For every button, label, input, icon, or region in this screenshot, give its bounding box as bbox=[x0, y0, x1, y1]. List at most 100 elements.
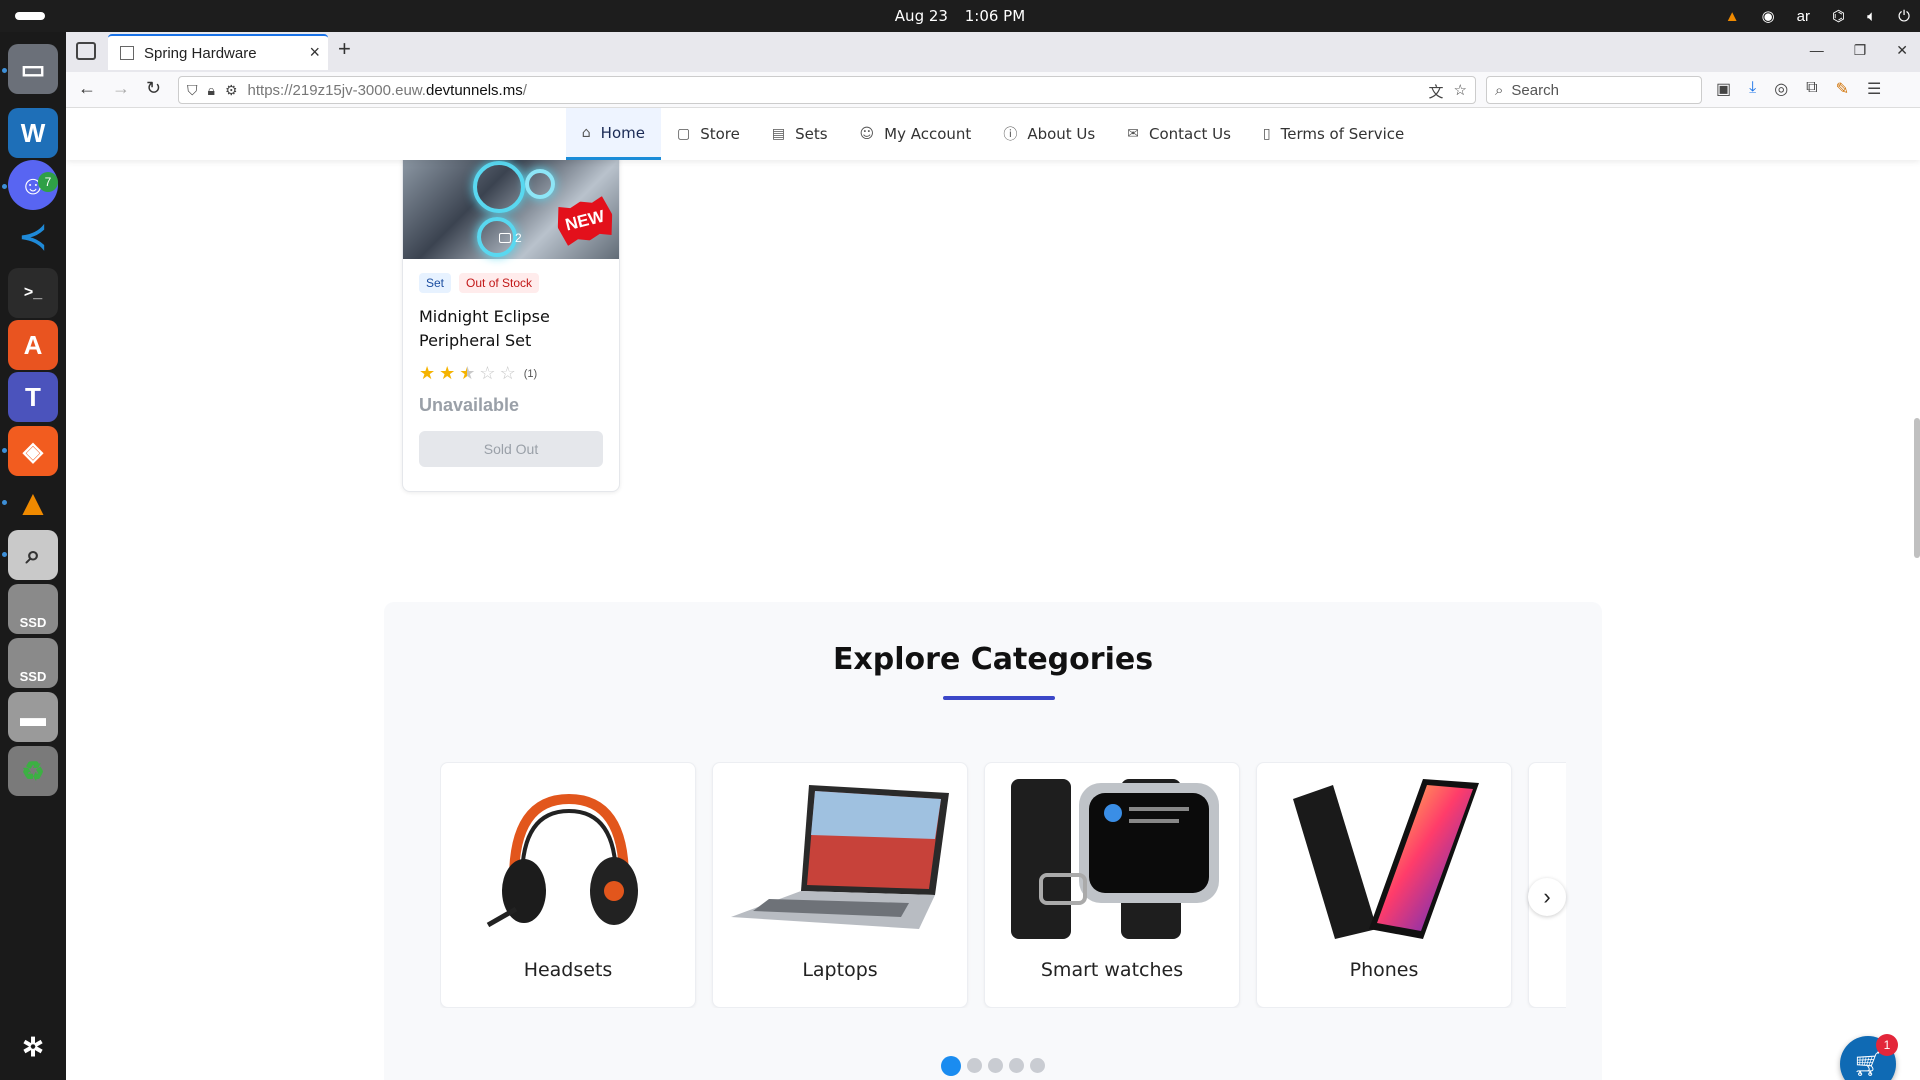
window-controls: — ❐ ✕ bbox=[1810, 42, 1908, 59]
category-card-smart-watches[interactable]: Smart watches bbox=[984, 762, 1240, 1008]
system-tray: ▲ ◉ ar ⌬ 🔈︎ ⏻ bbox=[1725, 0, 1910, 32]
sold-out-button[interactable]: Sold Out bbox=[419, 431, 603, 467]
minimize-icon[interactable]: — bbox=[1810, 42, 1824, 59]
app-center-icon[interactable]: A bbox=[8, 320, 58, 370]
mail-icon: ✉ bbox=[1127, 126, 1139, 142]
phone-image bbox=[1273, 779, 1497, 939]
vscode-app-icon[interactable]: ≺ bbox=[8, 212, 58, 262]
category-card-headsets[interactable]: Headsets bbox=[440, 762, 696, 1008]
page-scrollbar[interactable] bbox=[1914, 418, 1920, 558]
discord-tray-icon[interactable]: ◉ bbox=[1762, 7, 1775, 25]
vlc-app-icon[interactable]: ▲ bbox=[8, 478, 58, 528]
reload-icon[interactable]: ↻ bbox=[146, 78, 161, 99]
menu-icon[interactable]: ☰ bbox=[1867, 79, 1881, 99]
carousel-dot-4[interactable] bbox=[1009, 1058, 1024, 1073]
review-count: (1) bbox=[523, 367, 538, 380]
bookmark-star-icon[interactable]: ☆ bbox=[1454, 81, 1467, 102]
product-card[interactable]: 2 NEW Set Out of Stock Midnight Eclipse … bbox=[402, 138, 620, 492]
tab-spring-hardware[interactable]: Spring Hardware × bbox=[108, 34, 328, 70]
trash-icon[interactable]: ♻ bbox=[8, 746, 58, 796]
nav-terms-of-service[interactable]: ▯ Terms of Service bbox=[1247, 108, 1420, 160]
nav-label: Store bbox=[700, 125, 740, 143]
terminal-app-icon[interactable]: >_ bbox=[8, 268, 58, 318]
system-clock[interactable]: Aug 23 1:06 PM bbox=[0, 7, 1920, 25]
running-indicator bbox=[2, 184, 7, 189]
running-indicator bbox=[2, 448, 7, 453]
search-input[interactable]: ⌕ Search bbox=[1486, 76, 1702, 104]
teams-app-icon[interactable]: T bbox=[8, 372, 58, 422]
power-icon[interactable]: ⏻ bbox=[1898, 8, 1910, 25]
carousel-next-button[interactable]: › bbox=[1528, 878, 1566, 916]
category-card-laptops[interactable]: Laptops bbox=[712, 762, 968, 1008]
back-icon[interactable]: ← bbox=[78, 78, 96, 99]
shield-icon[interactable]: ⛉ bbox=[187, 82, 198, 99]
nav-contact-us[interactable]: ✉ Contact Us bbox=[1111, 108, 1247, 160]
new-tab-icon[interactable]: + bbox=[338, 36, 351, 62]
tag-set: Set bbox=[419, 273, 452, 293]
carousel-dot-5[interactable] bbox=[1030, 1058, 1045, 1073]
files-app-icon[interactable]: ▭ bbox=[8, 44, 58, 94]
permissions-icon[interactable]: ⚙ bbox=[225, 82, 238, 99]
tab-list-icon[interactable] bbox=[76, 42, 96, 60]
headset-image bbox=[457, 779, 681, 939]
translate-icon[interactable]: 文 bbox=[1429, 81, 1444, 102]
category-name: Phones bbox=[1349, 959, 1419, 981]
keyboard-layout-indicator[interactable]: ar bbox=[1797, 8, 1810, 25]
carousel-pagination bbox=[384, 1056, 1602, 1076]
laptop-image bbox=[729, 779, 953, 939]
category-carousel: Headsets Laptops Smart watches Phones bbox=[440, 762, 1566, 1008]
category-card-phones[interactable]: Phones bbox=[1256, 762, 1512, 1008]
volume-icon[interactable]: 🔈︎ bbox=[1867, 8, 1876, 25]
close-tab-icon[interactable]: × bbox=[309, 42, 320, 63]
network-icon[interactable]: ⌬ bbox=[1832, 7, 1845, 25]
nav-my-account[interactable]: ☺ My Account bbox=[844, 108, 988, 160]
show-apps-icon[interactable]: ✲ bbox=[8, 1022, 58, 1072]
page-viewport: ⌂ Home ▢ Store ▤ Sets ☺ My Account ⓘ Abo… bbox=[66, 108, 1920, 1080]
image-icon bbox=[499, 233, 511, 243]
lock-icon[interactable]: 🔒︎ bbox=[208, 82, 215, 99]
carousel-dot-3[interactable] bbox=[988, 1058, 1003, 1073]
product-name[interactable]: Midnight Eclipse Peripheral Set bbox=[419, 305, 609, 353]
account-icon[interactable]: ◎ bbox=[1774, 79, 1788, 99]
search-icon: ⌕ bbox=[1495, 81, 1504, 99]
nav-store[interactable]: ▢ Store bbox=[661, 108, 756, 160]
running-indicator bbox=[2, 500, 7, 505]
chevron-right-icon: › bbox=[1543, 884, 1551, 909]
product-tags: Set Out of Stock bbox=[419, 273, 540, 293]
document-icon: ▯ bbox=[1262, 126, 1271, 142]
star-empty-icon: ☆ bbox=[479, 363, 496, 383]
firefox-window: Spring Hardware × + — ❐ ✕ ← → ↻ ⛉ 🔒︎ ⚙ h… bbox=[66, 32, 1920, 1080]
page-favicon-icon bbox=[120, 46, 134, 60]
ssd-drive-icon[interactable]: SSD bbox=[8, 584, 58, 634]
brave-app-icon[interactable]: ◈ bbox=[8, 426, 58, 476]
star-empty-icon: ☆ bbox=[499, 363, 516, 383]
downloads-icon[interactable]: ⤓ bbox=[1749, 79, 1756, 99]
search-app-icon[interactable]: ⌕ bbox=[8, 530, 58, 580]
list-icon: ▤ bbox=[771, 126, 786, 142]
pocket-icon[interactable]: ▣ bbox=[1716, 79, 1731, 99]
nav-label: Sets bbox=[795, 125, 828, 143]
vlc-tray-icon[interactable]: ▲ bbox=[1725, 8, 1740, 25]
windsurf-app-icon[interactable]: W bbox=[8, 108, 58, 158]
extensions-icon[interactable]: ⧉ bbox=[1806, 79, 1817, 99]
maximize-icon[interactable]: ❐ bbox=[1854, 42, 1867, 59]
drive-icon[interactable]: ▬ bbox=[8, 692, 58, 742]
url-prefix: https://219z15jv-3000.euw. bbox=[247, 81, 426, 99]
carousel-dot-1[interactable] bbox=[941, 1056, 961, 1076]
search-placeholder: Search bbox=[1511, 81, 1559, 99]
site-navigation: ⌂ Home ▢ Store ▤ Sets ☺ My Account ⓘ Abo… bbox=[66, 108, 1920, 160]
forward-icon[interactable]: → bbox=[112, 78, 130, 99]
cart-button[interactable]: 🛒︎ 1 bbox=[1840, 1034, 1898, 1080]
nav-home[interactable]: ⌂ Home bbox=[565, 108, 661, 160]
smartwatch-image bbox=[1001, 779, 1225, 939]
carousel-dot-2[interactable] bbox=[967, 1058, 982, 1073]
close-window-icon[interactable]: ✕ bbox=[1896, 42, 1908, 59]
info-icon: ⓘ bbox=[1003, 127, 1018, 143]
tab-bar: Spring Hardware × + — ❐ ✕ bbox=[66, 32, 1920, 72]
extension-badge-icon[interactable]: ✎ bbox=[1836, 79, 1849, 99]
ssd-drive-icon[interactable]: SSD bbox=[8, 638, 58, 688]
nav-about-us[interactable]: ⓘ About Us bbox=[987, 108, 1111, 160]
url-bar[interactable]: ⛉ 🔒︎ ⚙ https://219z15jv-3000.euw. devtunn… bbox=[178, 76, 1476, 104]
running-indicator bbox=[2, 68, 7, 73]
nav-sets[interactable]: ▤ Sets bbox=[756, 108, 844, 160]
